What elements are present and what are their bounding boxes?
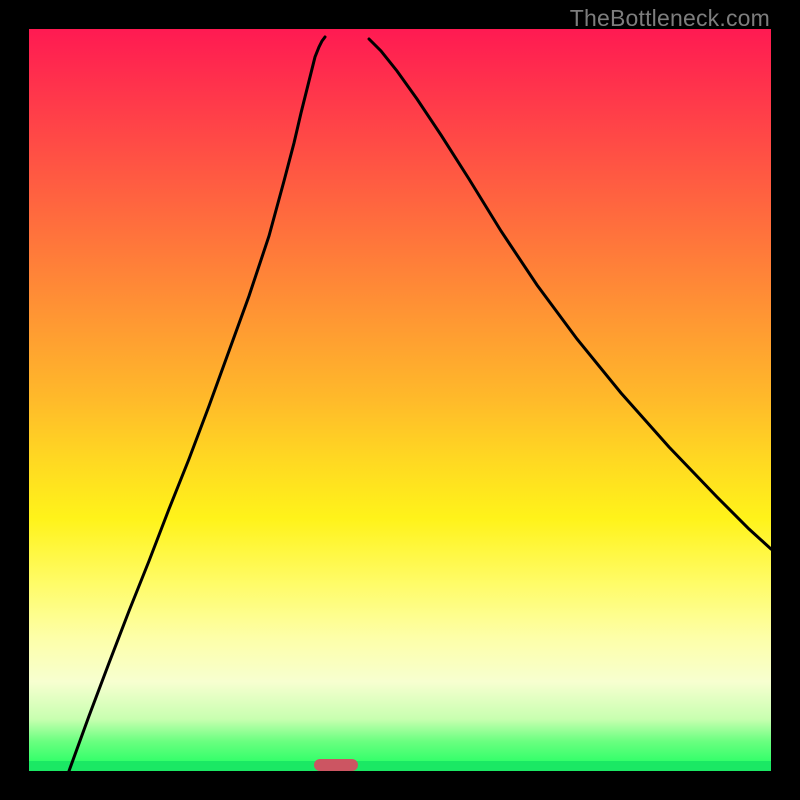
frame: TheBottleneck.com xyxy=(0,0,800,800)
watermark-text: TheBottleneck.com xyxy=(570,5,770,32)
pill-marker xyxy=(314,759,358,771)
bottleneck-curve xyxy=(29,29,771,771)
plot-area xyxy=(29,29,771,771)
curve-right-branch xyxy=(369,39,771,549)
curve-left-branch xyxy=(69,37,325,771)
